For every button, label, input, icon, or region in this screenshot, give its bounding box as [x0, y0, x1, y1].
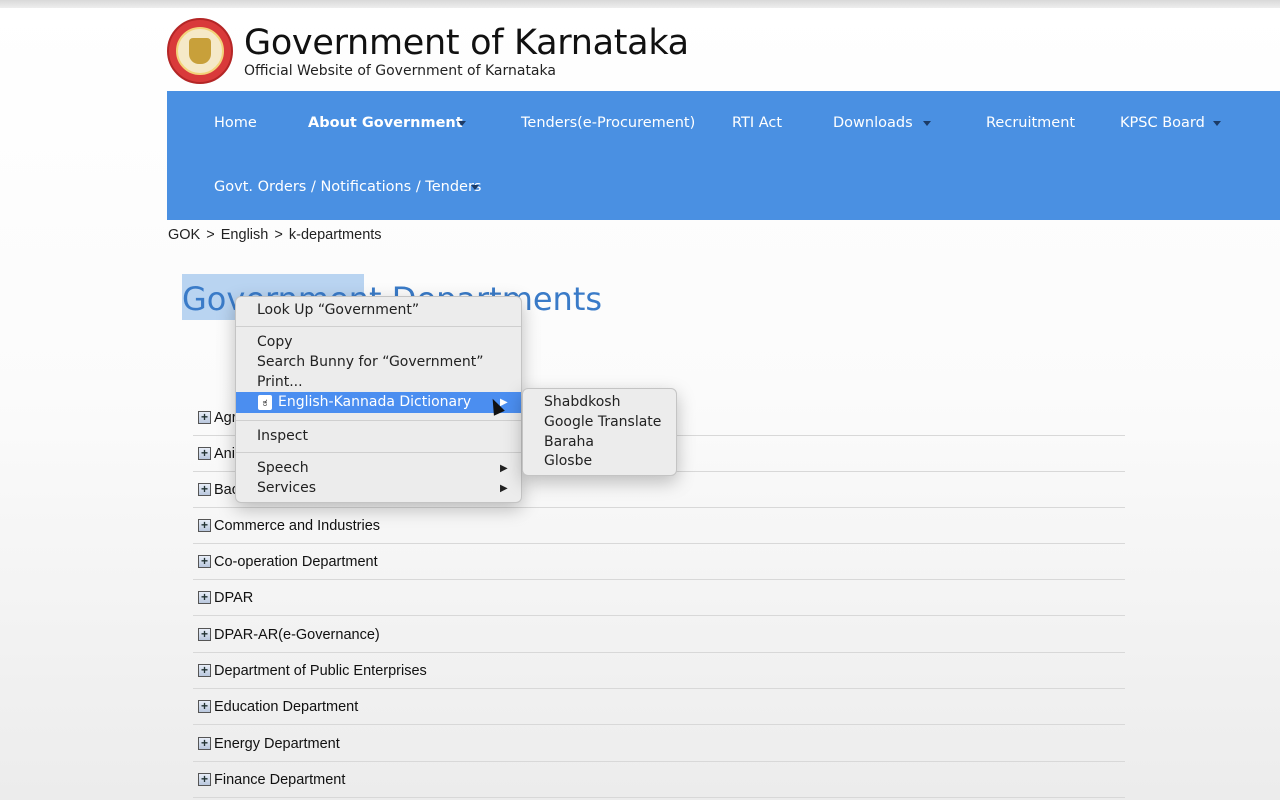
- nav-rti-act[interactable]: RTI Act: [732, 115, 782, 131]
- submenu-arrow-icon: ▶: [500, 463, 508, 474]
- menu-item-services[interactable]: Services: [257, 480, 316, 496]
- expand-plus-icon[interactable]: +: [198, 411, 211, 424]
- menu-item-print[interactable]: Print...: [257, 374, 303, 390]
- list-item[interactable]: + Energy Department: [193, 726, 1125, 762]
- chevron-down-icon[interactable]: [471, 185, 479, 190]
- department-label[interactable]: Education Department: [214, 699, 358, 715]
- expand-plus-icon[interactable]: +: [198, 628, 211, 641]
- main-nav: Home About Government Tenders(e-Procurem…: [167, 91, 1280, 220]
- expand-plus-icon[interactable]: +: [198, 555, 211, 568]
- chevron-down-icon[interactable]: [1213, 121, 1221, 126]
- menu-item-look-up[interactable]: Look Up “Government”: [257, 302, 419, 318]
- nav-govt-orders[interactable]: Govt. Orders / Notifications / Tenders: [214, 179, 481, 195]
- breadcrumb: GOK > English > k-departments: [167, 227, 383, 243]
- menu-item-inspect[interactable]: Inspect: [257, 428, 308, 444]
- nav-home[interactable]: Home: [214, 115, 257, 131]
- breadcrumb-separator: >: [206, 227, 215, 243]
- expand-plus-icon[interactable]: +: [198, 700, 211, 713]
- breadcrumb-gok[interactable]: GOK: [168, 227, 200, 243]
- context-menu: Look Up “Government” Copy Search Bunny f…: [235, 296, 522, 503]
- site-title: Government of Karnataka: [244, 23, 689, 63]
- menu-divider: [236, 326, 521, 327]
- menu-item-copy[interactable]: Copy: [257, 334, 293, 350]
- submenu-item-shabdkosh[interactable]: Shabdkosh: [544, 394, 620, 410]
- department-label[interactable]: Energy Department: [214, 736, 340, 752]
- list-item[interactable]: + Education Department: [193, 689, 1125, 725]
- nav-recruitment[interactable]: Recruitment: [986, 115, 1075, 131]
- menu-item-search-bunny[interactable]: Search Bunny for “Government”: [257, 354, 484, 370]
- list-item[interactable]: + Commerce and Industries: [193, 508, 1125, 544]
- site-header: Government of Karnataka Official Website…: [167, 18, 689, 84]
- list-item[interactable]: + Department of Public Enterprises: [193, 653, 1125, 689]
- karnataka-seal-icon[interactable]: [167, 18, 233, 84]
- nav-downloads[interactable]: Downloads: [833, 115, 913, 131]
- submenu-item-glosbe[interactable]: Glosbe: [544, 453, 592, 469]
- list-item[interactable]: + Finance Department: [193, 762, 1125, 798]
- department-label[interactable]: Commerce and Industries: [214, 518, 380, 534]
- menu-item-english-kannada-dictionary[interactable]: English-Kannada Dictionary: [278, 394, 471, 410]
- department-label[interactable]: Finance Department: [214, 772, 345, 788]
- dictionary-submenu: Shabdkosh Google Translate Baraha Glosbe: [522, 388, 677, 476]
- expand-plus-icon[interactable]: +: [198, 664, 211, 677]
- list-item[interactable]: + DPAR: [193, 580, 1125, 616]
- expand-plus-icon[interactable]: +: [198, 773, 211, 786]
- kannada-dictionary-icon: ಕ: [258, 395, 272, 410]
- browser-top-strip: [0, 0, 1280, 8]
- site-subtitle: Official Website of Government of Karnat…: [244, 63, 556, 79]
- department-label[interactable]: Department of Public Enterprises: [214, 663, 427, 679]
- department-label[interactable]: Co-operation Department: [214, 554, 378, 570]
- nav-tenders[interactable]: Tenders(e-Procurement): [521, 115, 695, 131]
- department-label[interactable]: DPAR-AR(e-Governance): [214, 627, 380, 643]
- department-label[interactable]: DPAR: [214, 590, 253, 606]
- expand-plus-icon[interactable]: +: [198, 483, 211, 496]
- submenu-item-baraha[interactable]: Baraha: [544, 434, 594, 450]
- breadcrumb-current: k-departments: [288, 227, 382, 243]
- menu-divider: [236, 452, 521, 453]
- menu-item-speech[interactable]: Speech: [257, 460, 309, 476]
- expand-plus-icon[interactable]: +: [198, 447, 211, 460]
- expand-plus-icon[interactable]: +: [198, 737, 211, 750]
- list-item[interactable]: + Co-operation Department: [193, 544, 1125, 580]
- chevron-down-icon[interactable]: [458, 121, 466, 126]
- menu-divider: [236, 420, 521, 421]
- submenu-item-google-translate[interactable]: Google Translate: [544, 414, 661, 430]
- expand-plus-icon[interactable]: +: [198, 519, 211, 532]
- nav-about-government[interactable]: About Government: [308, 115, 463, 131]
- submenu-arrow-icon: ▶: [500, 483, 508, 494]
- breadcrumb-english[interactable]: English: [221, 227, 269, 243]
- list-item[interactable]: + DPAR-AR(e-Governance): [193, 617, 1125, 653]
- department-label[interactable]: Ani: [214, 446, 235, 462]
- expand-plus-icon[interactable]: +: [198, 591, 211, 604]
- nav-kpsc-board[interactable]: KPSC Board: [1120, 115, 1205, 131]
- chevron-down-icon[interactable]: [923, 121, 931, 126]
- breadcrumb-separator: >: [274, 227, 283, 243]
